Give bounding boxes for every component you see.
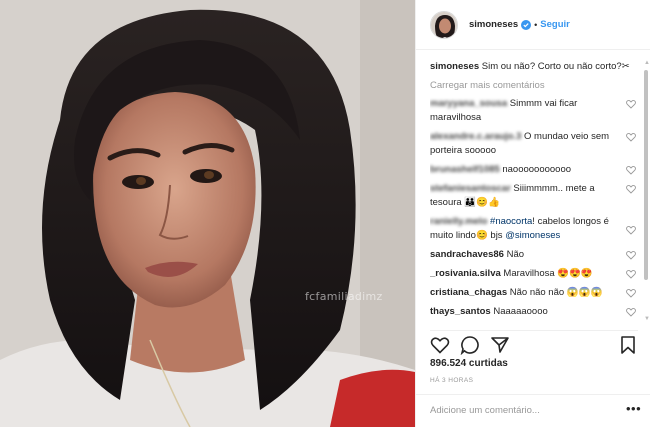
comment-text: Não não não 😱😱😱 — [507, 287, 603, 298]
post-actions — [430, 330, 638, 356]
heart-icon[interactable] — [626, 165, 636, 175]
comment-username[interactable]: sandrachaves86 — [430, 249, 504, 260]
comment-username[interactable]: ranielly.melo — [430, 216, 487, 227]
post-caption: simoneses Sim ou não? Corto ou não corto… — [430, 60, 638, 74]
comments-scrollbar[interactable]: ▲ ▼ — [644, 60, 650, 326]
likes-count[interactable]: 896.524 curtidas — [430, 358, 508, 369]
comment-item: _rosivania.silva Maravilhosa 😍😍😍 — [430, 267, 638, 281]
avatar[interactable] — [430, 10, 458, 39]
header-username[interactable]: simoneses — [469, 19, 518, 30]
scroll-down-icon[interactable]: ▼ — [644, 316, 650, 322]
comment-item: ranielly.melo #naocorta! cabelos longos … — [430, 215, 638, 243]
add-comment-input[interactable]: Adicione um comentário... — [430, 405, 610, 416]
comment-hashtag[interactable]: #naocorta — [487, 216, 532, 227]
comment-item: cristiana_chagas Não não não 😱😱😱 — [430, 286, 638, 300]
comment-username[interactable]: brunashelf1085 — [430, 164, 500, 175]
follow-button[interactable]: Seguir — [540, 19, 570, 30]
comment-item: alexandre.c.araujo.3 O mundao veio sem p… — [430, 130, 638, 158]
comment-item: thays_santos Naaaaaoooo — [430, 305, 638, 319]
comments-list[interactable]: simoneses Sim ou não? Corto ou não corto… — [430, 60, 638, 326]
scrollbar-thumb[interactable] — [644, 70, 648, 280]
caption-text: Sim ou não? Corto ou não corto?✂ — [479, 61, 630, 72]
verified-badge-icon — [521, 19, 532, 30]
post-details-panel: simoneses • Seguir simoneses Sim ou não?… — [415, 0, 650, 427]
bookmark-icon[interactable] — [618, 335, 638, 355]
heart-icon[interactable] — [626, 269, 636, 279]
comment-username[interactable]: _rosivania.silva — [430, 268, 501, 279]
comment-item: sandrachaves86 Não — [430, 248, 638, 262]
heart-icon[interactable] — [626, 250, 636, 260]
photo-watermark: fcfamiliadimz — [305, 290, 383, 303]
add-comment-bar: Adicione um comentário... ••• — [416, 394, 650, 427]
comment-username[interactable]: cristiana_chagas — [430, 287, 507, 298]
comment-username[interactable]: stefaniesantoscar — [430, 183, 511, 194]
comment-text: naooooooooooo — [499, 164, 572, 175]
portrait-image — [0, 0, 415, 427]
comment-username[interactable]: thays_santos — [430, 306, 491, 317]
heart-icon[interactable] — [430, 335, 450, 355]
share-icon[interactable] — [490, 335, 510, 355]
comment-item: brunashelf1085 naooooooooooo — [430, 163, 638, 177]
comment-item: stefaniesantoscar Siiimmmm.. mete a teso… — [430, 182, 638, 210]
caption-username[interactable]: simoneses — [430, 61, 479, 72]
scroll-up-icon[interactable]: ▲ — [644, 60, 650, 66]
heart-icon[interactable] — [626, 99, 636, 109]
comment-icon[interactable] — [460, 335, 480, 355]
load-more-comments-button[interactable]: Carregar mais comentários — [430, 80, 638, 91]
heart-icon[interactable] — [626, 307, 636, 317]
comment-mention[interactable]: @simoneses — [505, 230, 560, 241]
comment-item: maryyana_sousa Simmm vai ficar maravilho… — [430, 97, 638, 125]
heart-icon[interactable] — [626, 132, 636, 142]
more-options-icon[interactable]: ••• — [626, 401, 641, 416]
heart-icon[interactable] — [626, 288, 636, 298]
post-header: simoneses • Seguir — [416, 0, 650, 50]
comment-username[interactable]: alexandre.c.araujo.3 — [430, 131, 521, 142]
comment-text: Maravilhosa 😍😍😍 — [500, 268, 593, 279]
post-timestamp[interactable]: HÁ 3 HORAS — [430, 377, 473, 384]
comment-username[interactable]: maryyana_sousa — [430, 98, 507, 109]
post-photo[interactable]: fcfamiliadimz — [0, 0, 415, 427]
comment-text: Naaaaaoooo — [490, 306, 548, 317]
heart-icon[interactable] — [626, 225, 636, 235]
heart-icon[interactable] — [626, 184, 636, 194]
comment-text: Não — [503, 249, 525, 260]
header-separator: • — [534, 19, 538, 30]
